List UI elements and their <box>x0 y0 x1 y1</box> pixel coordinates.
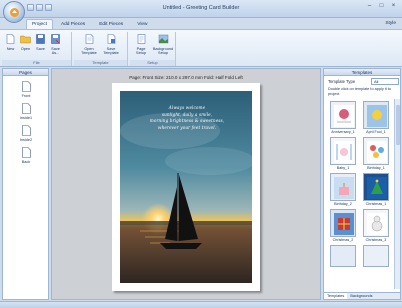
page-setup-icon <box>137 34 145 44</box>
page-item-front[interactable]: Front <box>18 81 34 98</box>
page-setup-button[interactable]: Page Setup <box>132 34 150 55</box>
page-icon <box>21 147 31 158</box>
save-as-icon <box>51 34 60 44</box>
tab-backgrounds[interactable]: Backgrounds <box>347 293 375 299</box>
pages-panel-title: Pages <box>3 69 48 76</box>
open-button[interactable]: Open <box>19 34 32 51</box>
christmas-1-thumbnail <box>367 177 387 199</box>
app-logo-icon <box>10 8 19 17</box>
template-thumb[interactable] <box>330 137 356 165</box>
window-controls: – □ × <box>364 2 399 11</box>
background-setup-button[interactable]: Background Setup <box>152 34 174 55</box>
page-item-inside2[interactable]: Inside2 <box>18 125 34 142</box>
template-hint: Double click on template to apply it to … <box>328 87 391 96</box>
save-template-icon <box>107 34 115 44</box>
save-as-button[interactable]: Save As... <box>49 34 62 55</box>
new-button[interactable]: New <box>4 34 17 51</box>
page-icon <box>21 103 31 114</box>
tab-project[interactable]: Project <box>26 19 53 29</box>
window-title: Untitled - Greeting Card Builder <box>162 5 240 11</box>
template-type-select[interactable]: All <box>371 78 399 85</box>
scrollbar-thumb[interactable] <box>395 105 400 145</box>
template-label: April Fool_1 <box>366 130 386 134</box>
template-label: Christmas_2 <box>332 238 354 242</box>
save-template-button[interactable]: Save Template <box>102 34 120 55</box>
template-thumb[interactable] <box>330 209 356 237</box>
baby-thumbnail <box>334 141 354 163</box>
status-bar <box>0 301 402 308</box>
greeting-line: Always welcome <box>168 105 206 110</box>
tab-add-pieces[interactable]: Add Pieces <box>55 19 91 29</box>
page-item-inside1[interactable]: Inside1 <box>18 103 34 120</box>
template-group: Open Template Save Template Template <box>74 32 128 66</box>
template-label: Birthday_1 <box>367 166 385 170</box>
template-thumb[interactable] <box>363 209 389 237</box>
application-menu-button[interactable] <box>3 1 25 23</box>
page-icon <box>21 125 31 136</box>
folder-icon <box>20 35 31 44</box>
christmas-2-thumbnail <box>334 213 354 235</box>
pages-panel: Pages Front Inside1 Inside2 Back <box>2 68 49 300</box>
template-thumb[interactable] <box>330 173 356 201</box>
greeting-line: morning brightness & sweetness, <box>149 118 225 124</box>
open-template-icon <box>85 34 93 44</box>
background-setup-icon <box>158 34 168 44</box>
templates-panel: Templates Template Type All Double click… <box>323 68 401 300</box>
page-info-bar: Page: Front Size: 210.0 x 297.0 mm Fold:… <box>129 75 243 80</box>
maximize-icon[interactable]: □ <box>376 2 387 11</box>
templates-scrollbar[interactable] <box>394 99 400 289</box>
open-template-button[interactable]: Open Template <box>80 34 98 55</box>
ribbon-tabs: Project Add Pieces Edit Pieces View <box>26 19 154 29</box>
file-group-label: File <box>2 60 71 66</box>
file-group: New Open Save Save As... File <box>2 32 72 66</box>
ribbon: New Open Save Save As... File Open Templ… <box>0 29 402 67</box>
template-label: Birthday_2 <box>334 202 352 206</box>
floppy-disk-icon <box>36 34 45 44</box>
title-bar: Untitled - Greeting Card Builder – □ × <box>0 0 402 18</box>
template-thumb[interactable] <box>363 137 389 165</box>
card-page[interactable]: Always welcome sunlight, daily a smile, … <box>112 83 260 291</box>
birthday-1-thumbnail <box>367 141 387 163</box>
template-thumb[interactable] <box>363 173 389 201</box>
template-label: Anniversary_1 <box>331 130 355 134</box>
template-group-label: Template <box>74 60 127 66</box>
style-menu[interactable]: Style <box>385 21 396 26</box>
template-thumb[interactable] <box>363 101 389 129</box>
greeting-line: wherever your feet travel. <box>157 124 217 130</box>
anniversary-thumbnail <box>334 105 354 127</box>
template-thumb[interactable] <box>330 245 356 267</box>
template-thumb[interactable] <box>363 245 389 267</box>
april-fool-thumbnail <box>367 105 387 127</box>
template-label: Baby_1 <box>336 166 350 170</box>
close-icon[interactable]: × <box>388 2 399 11</box>
templates-panel-tabs: Templates Backgrounds <box>324 292 400 299</box>
christmas-3-thumbnail <box>367 213 387 235</box>
page-item-back[interactable]: Back <box>18 147 34 164</box>
template-label: Christmas_3 <box>365 238 387 242</box>
greeting-line: sunlight, daily a smile, <box>161 111 213 117</box>
template-type-label: Template Type <box>328 79 356 84</box>
template-label: Christmas_1 <box>365 202 387 206</box>
tab-edit-pieces[interactable]: Edit Pieces <box>93 19 129 29</box>
tab-view[interactable]: View <box>131 19 153 29</box>
template-thumb[interactable] <box>330 101 356 129</box>
new-document-icon <box>6 34 15 44</box>
page-icon <box>21 81 31 92</box>
setup-group-label: Setup <box>130 60 175 66</box>
minimize-icon[interactable]: – <box>364 2 375 11</box>
birthday-2-thumbnail <box>334 177 354 199</box>
setup-group: Page Setup Background Setup Setup <box>130 32 176 66</box>
templates-panel-title: Templates <box>324 69 400 76</box>
tab-templates[interactable]: Templates <box>324 293 348 299</box>
save-button[interactable]: Save <box>34 34 47 51</box>
canvas-area[interactable]: Page: Front Size: 210.0 x 297.0 mm Fold:… <box>51 68 321 300</box>
greeting-text[interactable]: Always welcome sunlight, daily a smile, … <box>142 105 232 131</box>
